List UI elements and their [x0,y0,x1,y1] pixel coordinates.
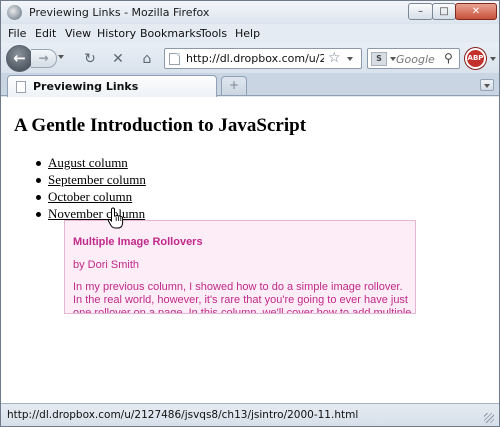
menu-help[interactable]: Help [235,27,260,40]
stop-icon[interactable]: ✕ [109,50,127,68]
october-column-link[interactable]: October column [48,189,132,205]
status-bar: http://dl.dropbox.com/u/2127486/jsvqs8/c… [1,403,499,426]
menu-bookmarks[interactable]: Bookmarks [140,27,201,40]
page-icon [16,81,26,93]
browser-window: Previewing Links - Mozilla Firefox – □ ✕… [0,0,500,427]
list-all-tabs-icon[interactable] [480,79,494,91]
reload-icon[interactable]: ↻ [81,50,99,68]
back-arrow-icon: ← [13,49,26,67]
status-url: http://dl.dropbox.com/u/2127486/jsvqs8/c… [7,409,359,421]
forward-arrow-icon: → [38,51,49,65]
minimize-icon: – [418,6,423,17]
menu-file[interactable]: File [8,27,26,40]
url-dropdown-icon[interactable] [347,57,353,61]
menu-bar: File Edit View History Bookmarks Tools H… [1,24,499,43]
adblock-plus-button[interactable]: ABP [465,48,486,69]
forward-button[interactable]: → [31,49,57,68]
tab-bar: Previewing Links + [1,73,499,97]
page-heading: A Gentle Introduction to JavaScript [14,115,307,136]
september-column-link[interactable]: September column [48,172,146,188]
window-title: Previewing Links - Mozilla Firefox [29,6,210,19]
menu-edit[interactable]: Edit [35,27,56,40]
page-icon [169,53,180,65]
url-text[interactable]: http://dl.dropbox.com/u/2127 [186,52,324,66]
preview-body: In my previous column, I showed how to d… [73,281,412,314]
menu-history[interactable]: History [97,27,136,40]
august-column-link[interactable]: August column [48,155,128,171]
menu-tools[interactable]: Tools [200,27,227,40]
preview-author: by Dori Smith [73,259,140,271]
magnifier-icon[interactable]: ⚲ [444,51,453,65]
search-bar[interactable]: S ⚲ [367,48,460,69]
home-icon[interactable]: ⌂ [138,50,156,68]
tab-label: Previewing Links [33,80,139,93]
close-icon: ✕ [471,6,481,17]
preview-title: Multiple Image Rollovers [73,236,203,248]
resize-grip-icon[interactable] [484,413,494,423]
new-tab-button[interactable]: + [221,76,247,95]
link-preview-popup: Multiple Image Rollovers by Dori Smith I… [64,220,416,314]
navigation-toolbar: ← → ↻ ✕ ⌂ http://dl.dropbox.com/u/2127 ☆… [1,43,499,73]
close-window-button[interactable]: ✕ [455,3,497,20]
url-bar[interactable]: http://dl.dropbox.com/u/2127 ☆ [164,48,362,69]
hand-pointer-icon [107,207,124,229]
search-engine-icon[interactable]: S [371,52,387,66]
star-icon[interactable]: ☆ [328,50,341,66]
firefox-icon [7,5,22,20]
minimize-button[interactable]: – [408,3,433,20]
back-button[interactable]: ← [6,45,33,72]
search-input[interactable] [396,52,442,66]
title-bar: Previewing Links - Mozilla Firefox – □ ✕ [1,1,499,24]
menu-view[interactable]: View [65,27,91,40]
adblock-dropdown-icon[interactable] [490,57,496,61]
tab-previewing-links[interactable]: Previewing Links [7,75,217,97]
history-dropdown-icon[interactable] [58,55,64,59]
maximize-button[interactable]: □ [432,3,456,20]
maximize-icon: □ [439,6,449,17]
